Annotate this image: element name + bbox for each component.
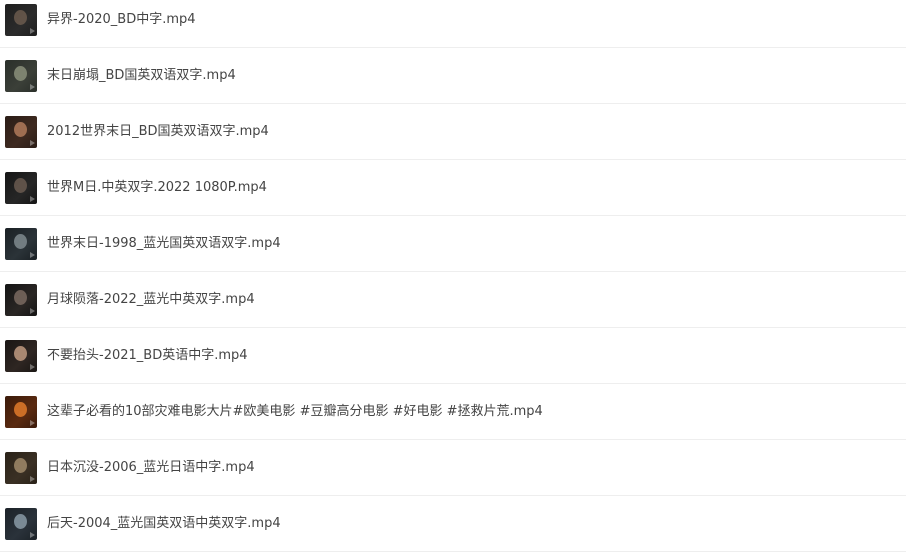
file-row[interactable]: 日本沉没-2006_蓝光日语中字.mp4: [0, 440, 906, 496]
file-row[interactable]: 异界-2020_BD中字.mp4: [0, 0, 906, 48]
play-icon: [30, 84, 35, 90]
video-thumbnail[interactable]: [5, 116, 37, 148]
play-icon: [30, 420, 35, 426]
file-row[interactable]: 世界M日.中英双字.2022 1080P.mp4: [0, 160, 906, 216]
file-row[interactable]: 月球陨落-2022_蓝光中英双字.mp4: [0, 272, 906, 328]
video-thumbnail[interactable]: [5, 284, 37, 316]
file-name-link[interactable]: 不要抬头-2021_BD英语中字.mp4: [47, 346, 896, 366]
file-name-link[interactable]: 末日崩塌_BD国英双语双字.mp4: [47, 66, 896, 86]
video-thumbnail[interactable]: [5, 4, 37, 36]
play-icon: [30, 364, 35, 370]
file-name-link[interactable]: 世界末日-1998_蓝光国英双语双字.mp4: [47, 234, 896, 254]
file-name-link[interactable]: 世界M日.中英双字.2022 1080P.mp4: [47, 178, 896, 198]
play-icon: [30, 532, 35, 538]
file-name-link[interactable]: 日本沉没-2006_蓝光日语中字.mp4: [47, 458, 896, 478]
play-icon: [30, 476, 35, 482]
play-icon: [30, 196, 35, 202]
play-icon: [30, 252, 35, 258]
video-thumbnail[interactable]: [5, 452, 37, 484]
video-thumbnail[interactable]: [5, 340, 37, 372]
video-thumbnail[interactable]: [5, 396, 37, 428]
play-icon: [30, 28, 35, 34]
file-row[interactable]: 这辈子必看的10部灾难电影大片#欧美电影 #豆瓣高分电影 #好电影 #拯救片荒.…: [0, 384, 906, 440]
file-row[interactable]: 不要抬头-2021_BD英语中字.mp4: [0, 328, 906, 384]
file-name-link[interactable]: 后天-2004_蓝光国英双语中英双字.mp4: [47, 514, 896, 534]
file-row[interactable]: 2012世界末日_BD国英双语双字.mp4: [0, 104, 906, 160]
video-thumbnail[interactable]: [5, 508, 37, 540]
file-name-link[interactable]: 这辈子必看的10部灾难电影大片#欧美电影 #豆瓣高分电影 #好电影 #拯救片荒.…: [47, 402, 896, 422]
video-thumbnail[interactable]: [5, 60, 37, 92]
file-name-link[interactable]: 异界-2020_BD中字.mp4: [47, 10, 896, 30]
file-row[interactable]: 后天-2004_蓝光国英双语中英双字.mp4: [0, 496, 906, 552]
play-icon: [30, 140, 35, 146]
file-name-link[interactable]: 月球陨落-2022_蓝光中英双字.mp4: [47, 290, 896, 310]
video-thumbnail[interactable]: [5, 228, 37, 260]
file-list: 异界-2020_BD中字.mp4 末日崩塌_BD国英双语双字.mp4 2012世界末…: [0, 0, 906, 552]
file-row[interactable]: 末日崩塌_BD国英双语双字.mp4: [0, 48, 906, 104]
video-thumbnail[interactable]: [5, 172, 37, 204]
file-name-link[interactable]: 2012世界末日_BD国英双语双字.mp4: [47, 122, 896, 142]
play-icon: [30, 308, 35, 314]
file-row[interactable]: 世界末日-1998_蓝光国英双语双字.mp4: [0, 216, 906, 272]
